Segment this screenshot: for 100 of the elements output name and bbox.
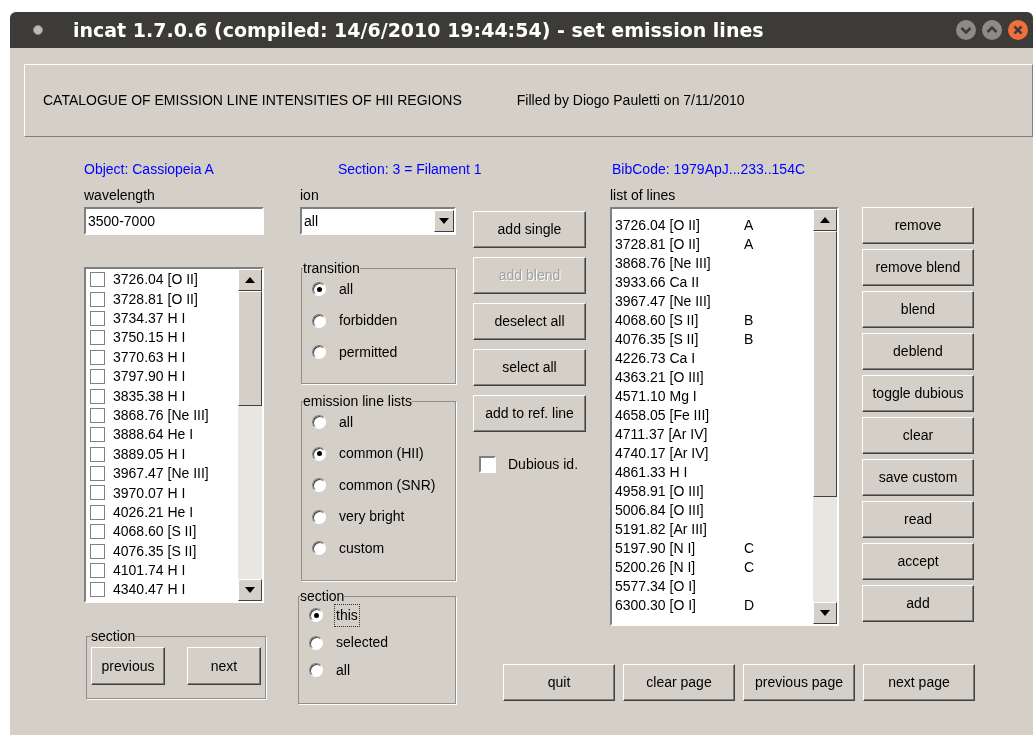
list-label: list of lines: [610, 187, 677, 203]
action-button[interactable]: toggle dubious: [862, 375, 974, 412]
field-label: ion: [300, 187, 320, 203]
action-button[interactable]: add: [862, 585, 974, 622]
action-button[interactable]: save custom: [862, 459, 974, 496]
list-item[interactable]: 4571.10 Mg I: [615, 387, 813, 406]
list-item[interactable]: 5191.82 [Ar III]: [615, 520, 813, 539]
nav-button[interactable]: previous: [91, 647, 165, 685]
checklist-item[interactable]: 3797.90 H I: [86, 366, 238, 387]
up-arrow-icon: [820, 217, 830, 223]
object-label: Object: Cassiopeia A: [84, 160, 215, 179]
group-label: transition: [303, 261, 360, 275]
radio-option[interactable]: permitted: [312, 342, 445, 362]
checklist-item[interactable]: 3734.37 H I: [86, 308, 238, 329]
minimize-icon[interactable]: [955, 19, 977, 41]
list-item[interactable]: 4711.37 [Ar IV]: [615, 425, 813, 444]
checklist-item[interactable]: 4101.74 H I: [86, 560, 238, 581]
action-button[interactable]: add to ref. line: [473, 395, 586, 432]
list-item[interactable]: 4076.35 [S II] B: [615, 330, 813, 349]
radio-option[interactable]: all: [309, 660, 445, 680]
list-item[interactable]: 4958.91 [O III]: [615, 482, 813, 501]
checklist-item[interactable]: 4076.35 [S II]: [86, 541, 238, 561]
section-label: Section: 3 = Filament 1: [338, 160, 482, 179]
action-button[interactable]: read: [862, 501, 974, 538]
action-button[interactable]: add single: [473, 211, 586, 248]
list-item[interactable]: 3868.76 [Ne III]: [615, 254, 813, 273]
checklist-item[interactable]: 4340.47 H I: [86, 580, 238, 600]
list-item[interactable]: 4658.05 [Fe III]: [615, 406, 813, 425]
wavelength-field[interactable]: 3500-7000: [84, 207, 264, 235]
maximize-icon[interactable]: [981, 19, 1003, 41]
scrollbar[interactable]: [238, 269, 262, 601]
action-button[interactable]: quit: [503, 664, 615, 701]
catalogue-title: CATALOGUE OF EMISSION LINE INTENSITIES OF HII REGIONS: [43, 91, 462, 110]
checklist-item[interactable]: 4068.60 [S II]: [86, 522, 238, 542]
list-item[interactable]: 5577.34 [O I]: [615, 577, 813, 596]
action-button[interactable]: next page: [863, 664, 975, 701]
radio-option[interactable]: very bright: [312, 506, 445, 527]
scrollbar-thumb[interactable]: [238, 291, 262, 406]
list-item[interactable]: 4363.21 [O III]: [615, 368, 813, 387]
down-arrow-icon: [820, 610, 830, 616]
scroll-up-button[interactable]: [238, 269, 262, 291]
list-item[interactable]: 5200.26 [N I] C: [615, 558, 813, 577]
action-button[interactable]: select all: [473, 349, 586, 386]
checklist-item[interactable]: 3835.38 H I: [86, 386, 238, 406]
list-item[interactable]: 3726.04 [O II] A: [615, 216, 813, 235]
list-item[interactable]: 4740.17 [Ar IV]: [615, 444, 813, 463]
group-label: section: [300, 589, 345, 603]
scrollbar-thumb[interactable]: [813, 231, 837, 497]
list-item[interactable]: 3933.66 Ca II: [615, 273, 813, 292]
close-icon[interactable]: [1007, 19, 1029, 41]
radio-option[interactable]: forbidden: [312, 310, 445, 331]
list-item[interactable]: 6300.30 [O I] D: [615, 596, 813, 615]
checklist-item[interactable]: 3770.63 H I: [86, 347, 238, 367]
radio-option[interactable]: common (SNR): [312, 475, 445, 495]
up-arrow-icon: [245, 277, 255, 283]
radio-option[interactable]: common (HII): [312, 443, 445, 464]
checklist-item[interactable]: 3888.64 He I: [86, 425, 238, 445]
action-button[interactable]: remove blend: [862, 249, 974, 286]
group-label: emission line lists: [303, 394, 412, 408]
list-item[interactable]: 4068.60 [S II] B: [615, 311, 813, 330]
radio-option[interactable]: custom: [312, 538, 445, 558]
action-button[interactable]: previous page: [743, 664, 855, 701]
action-button[interactable]: blend: [862, 291, 974, 328]
action-button[interactable]: clear: [862, 417, 974, 454]
checklist-item[interactable]: 3970.07 H I: [86, 483, 238, 503]
field-label: wavelength: [84, 187, 156, 203]
scroll-down-button[interactable]: [238, 579, 262, 601]
radio-option[interactable]: all: [312, 412, 445, 432]
checklist-item[interactable]: 3868.76 [Ne III]: [86, 405, 238, 426]
action-button[interactable]: remove: [862, 207, 974, 244]
window-menu-icon[interactable]: [33, 25, 43, 35]
action-button[interactable]: deblend: [862, 333, 974, 370]
ion-dropdown[interactable]: all: [300, 207, 456, 235]
list-item[interactable]: 4226.73 Ca I: [615, 349, 813, 368]
radio-option[interactable]: all: [312, 279, 445, 299]
checklist-item[interactable]: 3726.04 [O II]: [86, 270, 238, 290]
nav-button[interactable]: next: [187, 647, 261, 685]
checklist-item[interactable]: 3889.05 H I: [86, 444, 238, 464]
list-item[interactable]: 5197.90 [N I] C: [615, 539, 813, 558]
action-button[interactable]: clear page: [623, 664, 735, 701]
list-item[interactable]: 4861.33 H I: [615, 463, 813, 482]
checklist-item[interactable]: 3728.81 [O II]: [86, 289, 238, 309]
action-button[interactable]: accept: [862, 543, 974, 580]
scrollbar[interactable]: [813, 209, 837, 624]
checklist-item[interactable]: 3967.47 [Ne III]: [86, 463, 238, 484]
filled-by-text: Filled by Diogo Pauletti on 7/11/2010: [516, 91, 745, 110]
checklist-item[interactable]: 3750.15 H I: [86, 328, 238, 348]
action-button[interactable]: deselect all: [473, 303, 586, 340]
list-item[interactable]: 3728.81 [O II] A: [615, 235, 813, 254]
list-item[interactable]: 5006.84 [O III]: [615, 501, 813, 520]
list-item[interactable]: 3967.47 [Ne III]: [615, 292, 813, 311]
dubious-checkbox[interactable]: Dubious id.: [479, 454, 586, 475]
radio-option[interactable]: selected: [309, 632, 445, 653]
checklist-item[interactable]: 4026.21 He I: [86, 502, 238, 523]
radio-option[interactable]: this: [309, 605, 445, 625]
window-title: incat 1.7.0.6 (compiled: 14/6/2010 19:44:54) - set emission lines: [73, 17, 764, 43]
group-label: section: [91, 629, 136, 643]
bibcode-label: BibCode: 1979ApJ...233..154C: [612, 160, 807, 179]
scroll-up-button[interactable]: [813, 209, 837, 231]
scroll-down-button[interactable]: [813, 602, 837, 624]
